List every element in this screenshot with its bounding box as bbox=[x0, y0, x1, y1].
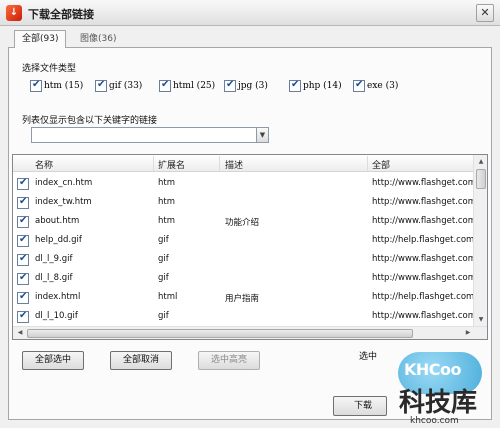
row-checkbox[interactable] bbox=[17, 291, 29, 304]
row-checkbox[interactable] bbox=[17, 234, 29, 247]
row-url: http://www.flashget.com/ bbox=[372, 178, 475, 188]
filetype-jpg-label: jpg (3) bbox=[238, 81, 268, 91]
filetype-exe[interactable]: exe (3) bbox=[353, 79, 398, 93]
filetype-html-checkbox[interactable] bbox=[159, 79, 171, 92]
vertical-scroll-thumb[interactable] bbox=[476, 169, 486, 189]
row-checkbox[interactable] bbox=[17, 272, 29, 285]
horizontal-scrollbar[interactable]: ◀ ▶ bbox=[13, 326, 487, 339]
row-desc: 用户指南 bbox=[225, 294, 260, 304]
row-checkbox[interactable] bbox=[17, 177, 29, 190]
row-ext: gif bbox=[158, 235, 169, 245]
scroll-up-icon[interactable]: ▲ bbox=[475, 156, 487, 168]
filetype-jpg-checkbox[interactable] bbox=[224, 79, 236, 92]
table-row[interactable]: dl_l_10.gif gif http://www.flashget.com/ bbox=[13, 307, 475, 326]
row-checkbox[interactable] bbox=[17, 253, 29, 266]
close-button[interactable]: ✕ bbox=[476, 4, 494, 22]
row-url: http://www.flashget.com/ bbox=[372, 254, 475, 264]
column-divider[interactable] bbox=[367, 156, 368, 171]
filetype-php-label: php (14) bbox=[303, 81, 342, 91]
table-row[interactable]: dl_l_9.gif gif http://www.flashget.com/ bbox=[13, 250, 475, 269]
column-header-name[interactable]: 名称 bbox=[35, 158, 53, 171]
vertical-scrollbar[interactable]: ▲ ▼ bbox=[473, 155, 487, 327]
row-name: dl_l_8.gif bbox=[35, 273, 73, 283]
filetype-exe-checkbox[interactable] bbox=[353, 79, 365, 92]
filter-label: 列表仅显示包含以下关键字的链接 bbox=[22, 116, 158, 126]
column-divider[interactable] bbox=[219, 156, 220, 171]
row-name: help_dd.gif bbox=[35, 235, 82, 245]
filetype-gif-checkbox[interactable] bbox=[95, 79, 107, 92]
filetype-gif[interactable]: gif (33) bbox=[95, 79, 142, 93]
list-header: 名称 扩展名 描述 全部 bbox=[13, 155, 475, 172]
tab-all[interactable]: 全部(93) bbox=[14, 30, 67, 48]
table-row[interactable]: help_dd.gif gif http://help.flashget.com… bbox=[13, 231, 475, 250]
filetype-gif-label: gif (33) bbox=[109, 81, 143, 91]
row-url: http://help.flashget.com/ bbox=[372, 292, 475, 302]
download-button[interactable]: 下载 bbox=[333, 396, 387, 416]
row-url: http://www.flashget.com/ bbox=[372, 311, 475, 321]
row-ext: html bbox=[158, 292, 178, 302]
row-desc: 功能介绍 bbox=[225, 218, 260, 228]
row-url: http://help.flashget.com/t bbox=[372, 235, 475, 245]
row-ext: htm bbox=[158, 197, 175, 207]
window-title: 下载全部链接 bbox=[28, 8, 94, 21]
selection-status: 选中 bbox=[359, 352, 378, 362]
flashget-icon: ↓ bbox=[6, 5, 22, 21]
watermark-cn-text: 科技库 bbox=[399, 388, 478, 418]
column-header-desc[interactable]: 描述 bbox=[225, 158, 243, 171]
horizontal-scroll-thumb[interactable] bbox=[27, 329, 413, 338]
row-name: dl_l_10.gif bbox=[35, 311, 78, 321]
table-row[interactable]: dl_l_8.gif gif http://www.flashget.com/ bbox=[13, 269, 475, 288]
row-url: http://www.flashget.com/ bbox=[372, 216, 475, 226]
column-divider[interactable] bbox=[153, 156, 154, 171]
row-name: index.html bbox=[35, 292, 81, 302]
scroll-down-icon[interactable]: ▼ bbox=[475, 314, 487, 326]
column-header-url[interactable]: 全部 bbox=[372, 158, 390, 171]
row-ext: gif bbox=[158, 273, 169, 283]
keyword-filter-input[interactable] bbox=[31, 127, 257, 143]
select-highlighted-button[interactable]: 选中高亮 bbox=[198, 351, 260, 370]
filetype-html[interactable]: html (25) bbox=[159, 79, 215, 93]
row-name: index_tw.htm bbox=[35, 197, 92, 207]
filetype-label: 选择文件类型 bbox=[22, 64, 77, 74]
row-name: dl_l_9.gif bbox=[35, 254, 73, 264]
filetype-php-checkbox[interactable] bbox=[289, 79, 301, 92]
filetype-exe-label: exe (3) bbox=[367, 81, 399, 91]
table-row[interactable]: about.htm htm 功能介绍 http://www.flashget.c… bbox=[13, 212, 475, 231]
row-checkbox[interactable] bbox=[17, 196, 29, 209]
link-list[interactable]: 名称 扩展名 描述 全部 index_cn.htm htm http://www… bbox=[12, 154, 488, 340]
scroll-left-icon[interactable]: ◀ bbox=[14, 327, 26, 339]
select-all-button[interactable]: 全部选中 bbox=[22, 351, 84, 370]
row-checkbox[interactable] bbox=[17, 215, 29, 228]
filetype-php[interactable]: php (14) bbox=[289, 79, 342, 93]
row-name: index_cn.htm bbox=[35, 178, 93, 188]
row-ext: gif bbox=[158, 311, 169, 321]
chevron-down-icon[interactable]: ▼ bbox=[257, 127, 269, 143]
filetype-htm-checkbox[interactable] bbox=[30, 79, 42, 92]
watermark-url: khcoo.com bbox=[410, 416, 459, 426]
table-row[interactable]: index_tw.htm htm http://www.flashget.com… bbox=[13, 193, 475, 212]
scroll-right-icon[interactable]: ▶ bbox=[462, 327, 474, 339]
title-bar: ↓ 下载全部链接 ✕ bbox=[0, 0, 500, 26]
column-header-ext[interactable]: 扩展名 bbox=[158, 158, 185, 171]
table-row[interactable]: index_cn.htm htm http://www.flashget.com… bbox=[13, 174, 475, 193]
row-checkbox[interactable] bbox=[17, 310, 29, 323]
row-name: about.htm bbox=[35, 216, 80, 226]
filetype-jpg[interactable]: jpg (3) bbox=[224, 79, 268, 93]
filetype-htm-label: htm (15) bbox=[44, 81, 84, 91]
filetype-html-label: html (25) bbox=[173, 81, 216, 91]
watermark-logo: KHCoo bbox=[404, 360, 462, 379]
row-ext: gif bbox=[158, 254, 169, 264]
filetype-htm[interactable]: htm (15) bbox=[30, 79, 83, 93]
row-url: http://www.flashget.com/ bbox=[372, 273, 475, 283]
row-url: http://www.flashget.com/ bbox=[372, 197, 475, 207]
row-ext: htm bbox=[158, 178, 175, 188]
table-row[interactable]: index.html html 用户指南 http://help.flashge… bbox=[13, 288, 475, 307]
row-ext: htm bbox=[158, 216, 175, 226]
tab-images[interactable]: 图像(36) bbox=[72, 30, 124, 47]
deselect-all-button[interactable]: 全部取消 bbox=[110, 351, 172, 370]
